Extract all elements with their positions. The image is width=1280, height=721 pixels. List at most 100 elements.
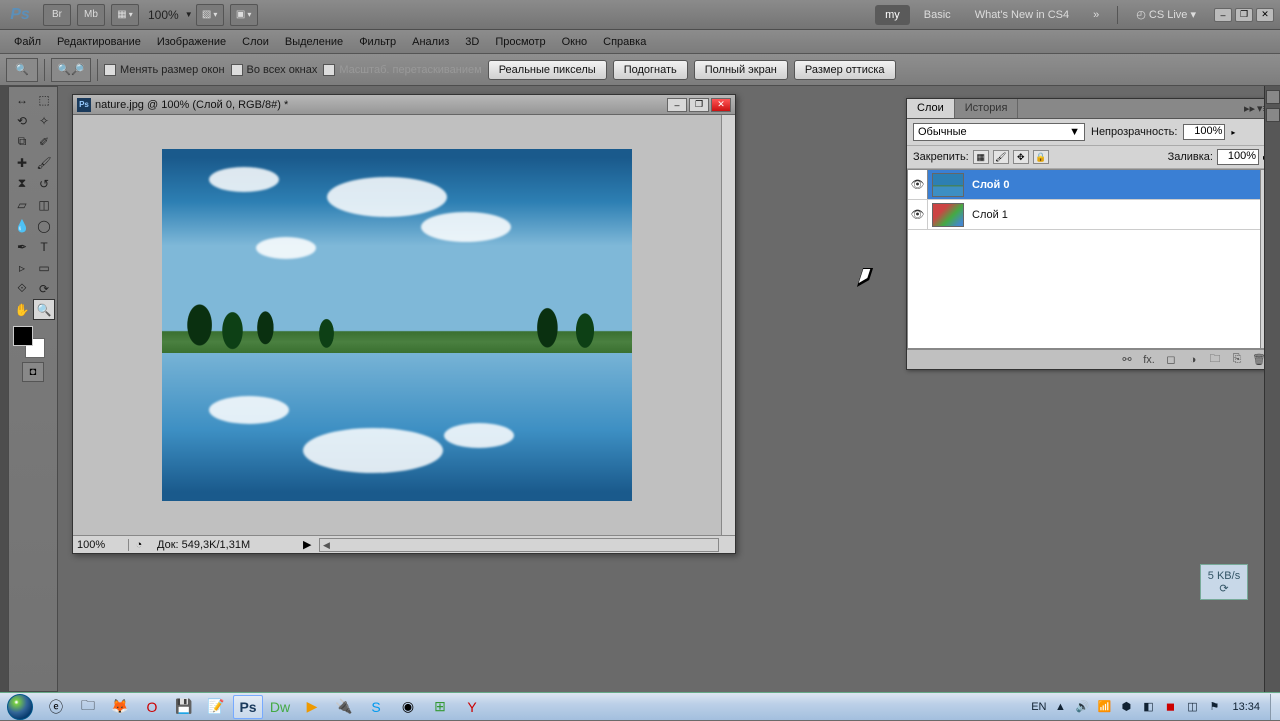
move-tool-icon[interactable]: ↔ — [11, 89, 33, 110]
tray-app-icon[interactable]: ◧ — [1140, 699, 1156, 715]
layer-group-icon[interactable]: 🗀 — [1205, 353, 1225, 367]
layer-row[interactable]: 👁 Слой 1 — [908, 200, 1272, 230]
layer-fx-icon[interactable]: fx. — [1139, 353, 1159, 367]
history-brush-tool-icon[interactable]: ↺ — [33, 173, 55, 194]
link-layers-icon[interactable]: ⚯ — [1117, 353, 1137, 367]
right-dock-strip[interactable] — [1264, 86, 1280, 692]
zoom-level[interactable]: 100% — [148, 8, 179, 22]
panel-collapse-icon[interactable]: ▸▸ — [1244, 102, 1255, 115]
taskbar-skype-icon[interactable]: S — [361, 695, 391, 719]
3d-camera-tool-icon[interactable]: ⟳ — [33, 278, 55, 299]
lock-all-icon[interactable]: 🔒 — [1033, 150, 1049, 164]
show-desktop-button[interactable] — [1270, 694, 1280, 720]
minibridge-icon[interactable]: Mb — [77, 4, 105, 26]
taskbar-opera-icon[interactable]: O — [137, 695, 167, 719]
tab-layers[interactable]: Слои — [907, 99, 955, 118]
app-close-button[interactable]: ✕ — [1256, 8, 1274, 22]
menu-3d[interactable]: 3D — [457, 33, 487, 51]
menu-edit[interactable]: Редактирование — [49, 33, 149, 51]
shape-tool-icon[interactable]: ▭ — [33, 257, 55, 278]
layer-name[interactable]: Слой 0 — [968, 179, 1009, 191]
menu-layers[interactable]: Слои — [234, 33, 277, 51]
layer-row[interactable]: 👁 Слой 0 — [908, 170, 1272, 200]
language-indicator[interactable]: EN — [1031, 701, 1046, 713]
gradient-tool-icon[interactable]: ◫ — [33, 194, 55, 215]
taskbar-notepad-icon[interactable]: 📝 — [201, 695, 231, 719]
doc-maximize-button[interactable]: ❐ — [689, 98, 709, 112]
network-widget[interactable]: 5 KB/s⟳ — [1200, 564, 1248, 600]
zoom-mode-icons[interactable]: 🔍🔎 — [51, 58, 91, 82]
tab-history[interactable]: История — [955, 99, 1019, 118]
doc-close-button[interactable]: ✕ — [711, 98, 731, 112]
app-minimize-button[interactable]: – — [1214, 8, 1232, 22]
visibility-toggle-icon[interactable]: 👁 — [908, 200, 928, 229]
document-canvas[interactable] — [73, 115, 721, 535]
cslive-button[interactable]: ◴ CS Live ▾ — [1126, 4, 1206, 25]
magic-wand-tool-icon[interactable]: ✧ — [33, 110, 55, 131]
quick-mask-icon[interactable]: ◘ — [22, 362, 44, 382]
menu-filter[interactable]: Фильтр — [351, 33, 404, 51]
full-screen-button[interactable]: Полный экран — [694, 60, 788, 80]
3d-tool-icon[interactable]: ⟐ — [11, 278, 33, 299]
opacity-input[interactable]: 100% — [1183, 124, 1225, 140]
workspace-more-icon[interactable]: » — [1083, 5, 1109, 25]
taskbar-yandex-icon[interactable]: Y — [457, 695, 487, 719]
tray-app-icon[interactable]: ◼ — [1162, 699, 1178, 715]
document-zoom-field[interactable]: 100% — [73, 539, 129, 551]
workspace-whatsnew[interactable]: What's New in CS4 — [965, 5, 1079, 25]
zoom-tool-icon[interactable]: 🔍 — [33, 299, 55, 320]
opacity-flyout-icon[interactable]: ▸ — [1231, 128, 1235, 137]
color-swatches[interactable] — [11, 324, 55, 358]
visibility-toggle-icon[interactable]: 👁 — [908, 170, 928, 199]
tray-network-icon[interactable]: 📶 — [1096, 699, 1112, 715]
menu-view[interactable]: Просмотр — [487, 33, 553, 51]
taskbar-photoshop-icon[interactable]: Ps — [233, 695, 263, 719]
blend-mode-select[interactable]: Обычные▼ — [913, 123, 1085, 141]
layer-thumbnail[interactable] — [932, 203, 964, 227]
layer-thumbnail[interactable] — [932, 173, 964, 197]
document-info-flyout-icon[interactable]: ▶ — [303, 538, 317, 551]
tray-app-icon[interactable]: ⬢ — [1118, 699, 1134, 715]
lock-position-icon[interactable]: ✥ — [1013, 150, 1029, 164]
screen-mode-dropdown[interactable]: ▣ — [230, 4, 258, 26]
blur-tool-icon[interactable]: 💧 — [11, 215, 33, 236]
layer-name[interactable]: Слой 1 — [968, 209, 1008, 221]
app-restore-button[interactable]: ❐ — [1235, 8, 1253, 22]
lock-pixels-icon[interactable]: 🖌 — [993, 150, 1009, 164]
eraser-tool-icon[interactable]: ▱ — [11, 194, 33, 215]
fill-input[interactable]: 100% — [1217, 149, 1259, 165]
taskbar-clock[interactable]: 13:34 — [1228, 701, 1264, 713]
document-vscrollbar[interactable] — [721, 115, 735, 535]
path-tool-icon[interactable]: ▹ — [11, 257, 33, 278]
collapsed-panel-icon[interactable] — [1266, 108, 1280, 122]
eyedropper-tool-icon[interactable]: ✐ — [33, 131, 55, 152]
taskbar-firefox-icon[interactable]: 🦊 — [105, 695, 135, 719]
taskbar-media-icon[interactable]: ▶ — [297, 695, 327, 719]
menu-window[interactable]: Окно — [554, 33, 596, 51]
document-info[interactable]: Док: 549,3K/1,31M — [149, 539, 258, 551]
print-size-button[interactable]: Размер оттиска — [794, 60, 896, 80]
all-windows-checkbox[interactable]: Во всех окнах — [231, 64, 318, 76]
tray-flag-icon[interactable]: ▲ — [1052, 699, 1068, 715]
taskbar-chrome-icon[interactable]: ◉ — [393, 695, 423, 719]
actual-pixels-button[interactable]: Реальные пикселы — [488, 60, 607, 80]
tray-action-center-icon[interactable]: ⚑ — [1206, 699, 1222, 715]
taskbar-app-icon[interactable]: ⊞ — [425, 695, 455, 719]
brush-tool-icon[interactable]: 🖌 — [33, 152, 55, 173]
taskbar-dreamweaver-icon[interactable]: Dw — [265, 695, 295, 719]
layer-mask-icon[interactable]: ◻ — [1161, 353, 1181, 367]
workspace-my[interactable]: my — [875, 5, 910, 25]
tray-app-icon[interactable]: ◫ — [1184, 699, 1200, 715]
menu-select[interactable]: Выделение — [277, 33, 351, 51]
bridge-icon[interactable]: Br — [43, 4, 71, 26]
dodge-tool-icon[interactable]: ◯ — [33, 215, 55, 236]
hand-tool-icon[interactable]: ✋ — [11, 299, 33, 320]
adjustment-layer-icon[interactable]: ◑ — [1183, 353, 1203, 367]
document-info-icon[interactable]: ◔ — [129, 539, 149, 551]
lock-transparency-icon[interactable]: ▦ — [973, 150, 989, 164]
new-layer-icon[interactable]: ⎘ — [1227, 353, 1247, 367]
marquee-tool-icon[interactable]: ⬚ — [33, 89, 55, 110]
view-extras-dropdown[interactable]: ▦ — [111, 4, 139, 26]
menu-help[interactable]: Справка — [595, 33, 654, 51]
tray-volume-icon[interactable]: 🔊 — [1074, 699, 1090, 715]
